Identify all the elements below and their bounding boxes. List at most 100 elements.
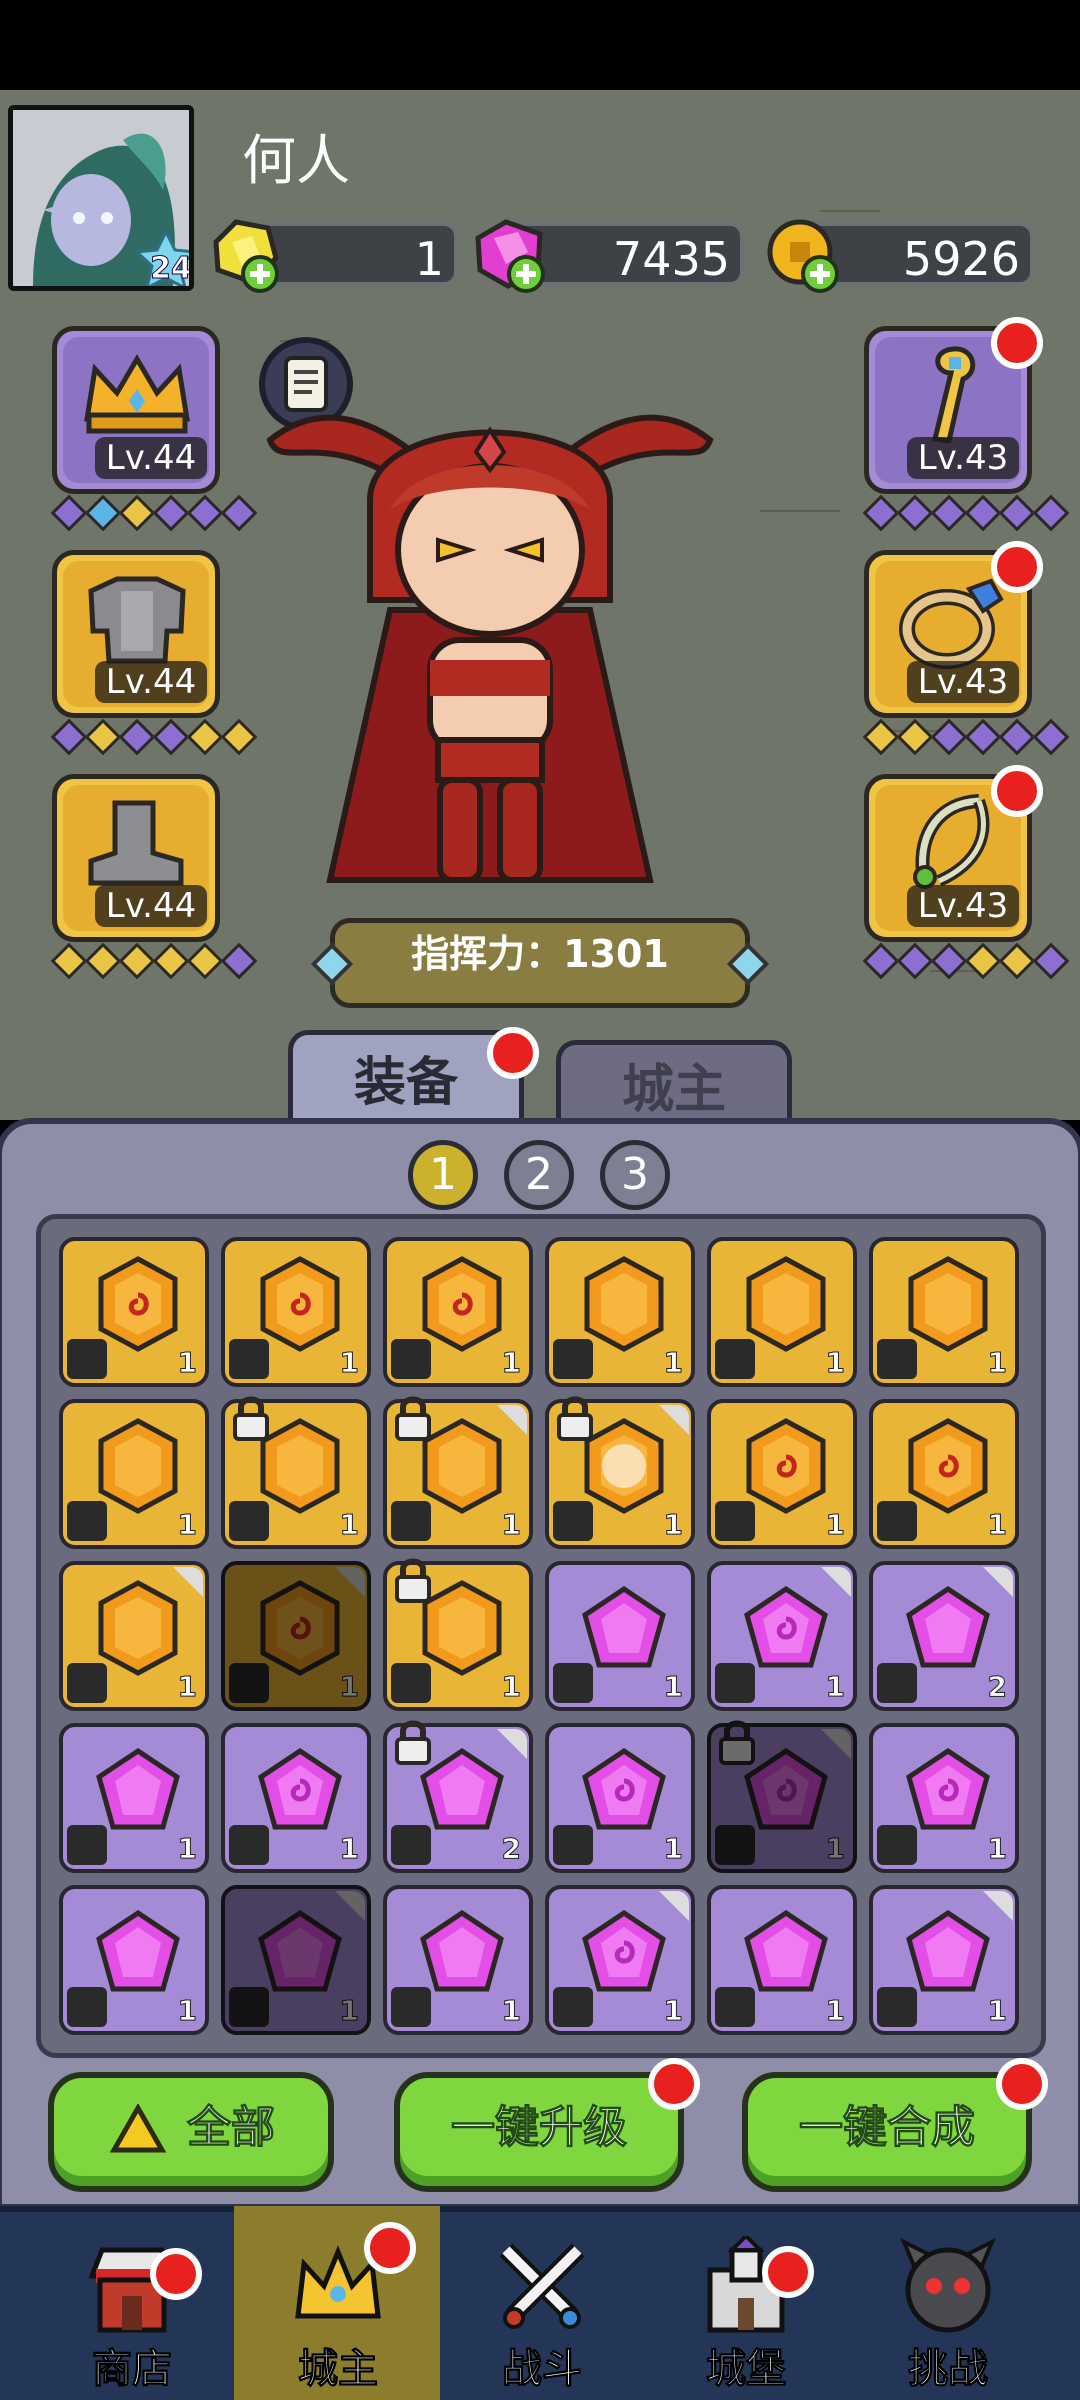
inventory-item[interactable]: 1 <box>545 1723 695 1873</box>
item-count: 1 <box>987 1832 1008 1866</box>
item-count: 1 <box>177 1346 198 1380</box>
slot-stars-row <box>50 942 258 980</box>
inventory-item[interactable]: 1 <box>59 1561 209 1711</box>
item-count: 1 <box>987 1994 1008 2028</box>
coin-value: 5926 <box>902 232 1020 286</box>
nav-castle[interactable]: 城堡 <box>644 2206 848 2400</box>
inventory-item[interactable]: 1 <box>383 1885 533 2035</box>
new-corner-marker <box>983 1567 1013 1597</box>
player-avatar[interactable]: 24 <box>8 105 194 291</box>
slot-stars-row <box>50 718 258 756</box>
inventory-item[interactable]: 1 <box>221 1396 371 1549</box>
notification-dot <box>150 2248 202 2300</box>
item-count: 1 <box>663 1670 684 1704</box>
equip-slot-boots[interactable]: Lv.44 <box>52 774 220 942</box>
page-2-button[interactable]: 2 <box>504 1140 574 1210</box>
purple-gem-icon <box>258 1909 342 1992</box>
coin-add-icon[interactable] <box>762 212 846 296</box>
inventory-item[interactable]: 1 <box>59 1399 209 1549</box>
staff-slot-icon <box>391 1501 431 1541</box>
star-diamond <box>930 718 968 756</box>
equip-slot-crown[interactable]: Lv.44 <box>52 326 220 494</box>
notification-dot <box>487 1027 539 1079</box>
inventory-item[interactable]: 1 <box>221 1885 371 2035</box>
merge-all-button[interactable]: 一键合成 <box>742 2058 1048 2192</box>
inventory-item[interactable]: 1 <box>869 1399 1019 1549</box>
crown-slot-icon <box>229 1339 269 1379</box>
star-diamond <box>998 942 1036 980</box>
inventory-item[interactable]: 1 <box>545 1885 695 2035</box>
ring-icon <box>899 578 1004 669</box>
inventory-item[interactable]: 2 <box>869 1561 1019 1711</box>
nav-lord-label: 城主 <box>298 2346 379 2393</box>
inventory-item[interactable]: 1 <box>707 1237 857 1387</box>
amulet-slot-icon <box>391 1663 431 1703</box>
nav-battle[interactable]: 战斗 <box>440 2206 644 2400</box>
notification-dot <box>364 2222 416 2274</box>
star-diamond <box>862 494 900 532</box>
nav-castle-label: 城堡 <box>706 2346 787 2393</box>
orange-gem-icon <box>260 1580 340 1676</box>
item-count: 1 <box>339 1832 360 1866</box>
inventory-item[interactable]: 1 <box>383 1396 533 1549</box>
notification-dot <box>762 2246 814 2298</box>
inventory-item[interactable]: 1 <box>869 1885 1019 2035</box>
inventory-item[interactable]: 1 <box>869 1237 1019 1387</box>
inventory-item[interactable]: 1 <box>383 1558 533 1711</box>
purple-gem-icon <box>906 1585 990 1668</box>
inventory-item[interactable]: 1 <box>707 1885 857 2035</box>
star-diamond <box>84 494 122 532</box>
hero-character[interactable] <box>260 360 720 900</box>
amulet-slot-icon <box>715 1987 755 2027</box>
inventory-item[interactable]: 1 <box>221 1723 371 1873</box>
new-corner-marker <box>335 1567 365 1597</box>
inventory-item[interactable]: 1 <box>221 1237 371 1387</box>
page-3-button[interactable]: 3 <box>600 1140 670 1210</box>
inventory-item[interactable]: 1 <box>707 1720 857 1873</box>
new-corner-marker <box>821 1729 851 1759</box>
star-diamond <box>152 942 190 980</box>
inventory-item[interactable]: 1 <box>59 1723 209 1873</box>
star-diamond <box>220 942 258 980</box>
item-count: 1 <box>177 1508 198 1542</box>
inventory-item[interactable]: 1 <box>221 1561 371 1711</box>
inventory-item[interactable]: 1 <box>869 1723 1019 1873</box>
gold-gem-add-icon[interactable] <box>202 212 286 296</box>
filter-all-button[interactable]: 全部 <box>48 2072 334 2192</box>
inventory-item[interactable]: 1 <box>545 1237 695 1387</box>
item-count: 1 <box>825 1508 846 1542</box>
pink-gem-add-icon[interactable] <box>468 212 552 296</box>
item-count: 1 <box>987 1346 1008 1380</box>
demon-icon <box>900 2237 996 2333</box>
nav-challenge[interactable]: 挑战 <box>846 2206 1050 2400</box>
pink-gem-value: 7435 <box>612 232 730 286</box>
purple-gem-icon <box>96 1909 180 1992</box>
inventory-item[interactable]: 1 <box>707 1399 857 1549</box>
nav-shop[interactable]: 商店 <box>30 2206 234 2400</box>
star-diamond <box>220 494 258 532</box>
inventory-item[interactable]: 2 <box>383 1720 533 1873</box>
equip-slot-staff[interactable]: Lv.43 <box>864 317 1043 494</box>
item-count: 1 <box>501 1508 522 1542</box>
upgrade-all-button[interactable]: 一键升级 <box>394 2058 700 2192</box>
inventory-item[interactable]: 1 <box>59 1885 209 2035</box>
player-name: 何人 <box>242 129 350 192</box>
new-corner-marker <box>983 1891 1013 1921</box>
inventory-item[interactable]: 1 <box>59 1237 209 1387</box>
star-diamond <box>1032 942 1070 980</box>
page-1-button[interactable]: 1 <box>408 1140 478 1210</box>
equip-slot-ring[interactable]: Lv.43 <box>864 541 1043 718</box>
inventory-item[interactable]: 1 <box>383 1237 533 1387</box>
nav-lord[interactable]: 城主 <box>236 2206 440 2400</box>
inventory-item[interactable]: 1 <box>545 1561 695 1711</box>
boots-slot-icon <box>553 1825 593 1865</box>
equip-slot-armor[interactable]: Lv.44 <box>52 550 220 718</box>
ring-slot-icon <box>391 1987 431 2027</box>
player-level: 24 <box>150 251 192 287</box>
inventory-item[interactable]: 1 <box>545 1396 695 1549</box>
item-count: 1 <box>825 1832 846 1866</box>
inventory-item[interactable]: 1 <box>707 1561 857 1711</box>
ring-slot-icon <box>67 1663 107 1703</box>
equip-slot-amulet[interactable]: Lv.43 <box>864 765 1043 942</box>
slot-level: Lv.43 <box>907 437 1019 479</box>
